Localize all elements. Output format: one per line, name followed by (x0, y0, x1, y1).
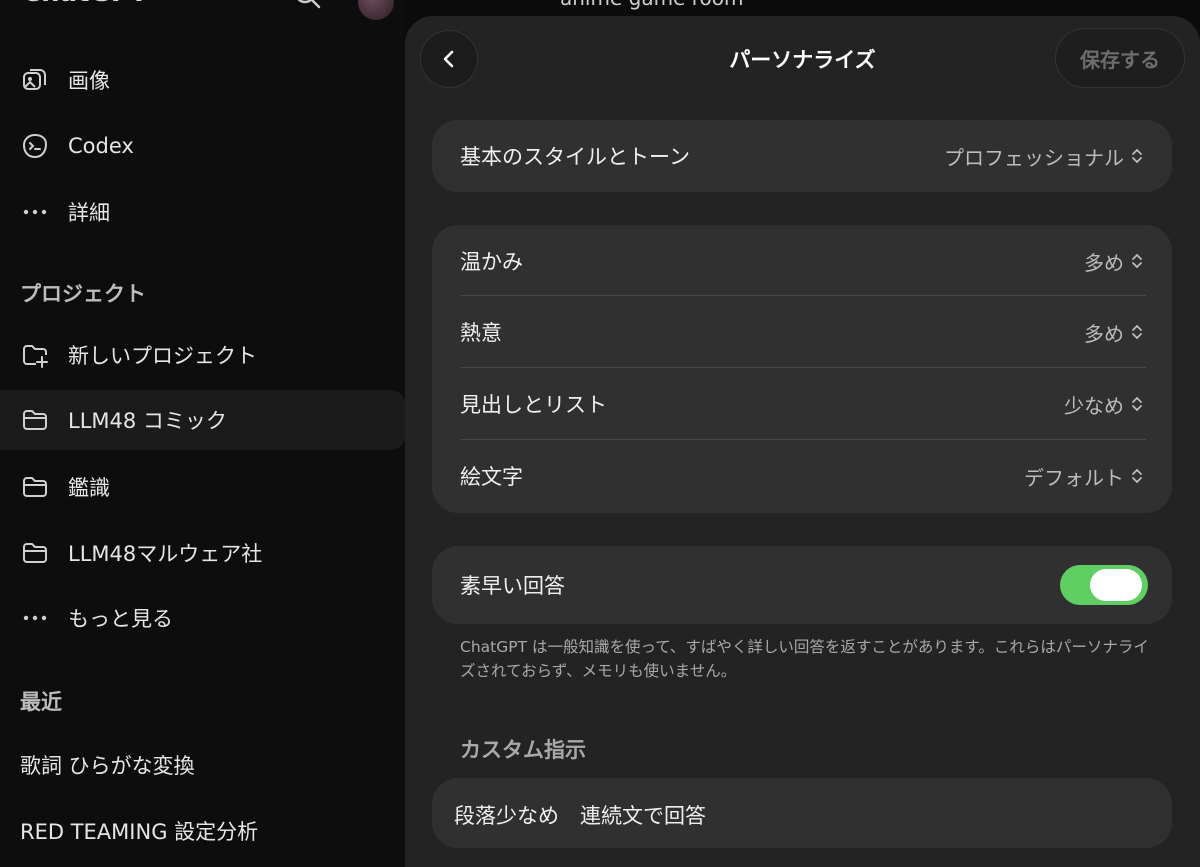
sidebar-item-label: 新しいプロジェクト (68, 344, 257, 368)
sidebar-item-project-forensics[interactable]: 鑑識 (0, 457, 405, 517)
sidebar-topbar: ChatGPT (0, 0, 405, 20)
folder-icon (20, 538, 50, 568)
recent-chat-item[interactable]: RED TEAMING 設定分析 (20, 816, 258, 846)
row-label: 見出しとリスト (460, 393, 607, 417)
sidebar-item-project-llm48-comic[interactable]: LLM48 コミック (0, 390, 405, 450)
traits-card: 温かみ 多め 熱意 多め 見出しとリスト 少なめ 絵文字 デフォルト (432, 225, 1172, 513)
sidebar-item-label: 画像 (68, 69, 110, 93)
sidebar-item-label: Codex (68, 134, 134, 158)
new-folder-icon (20, 340, 50, 370)
row-value: 少なめ (1064, 393, 1124, 418)
app-root: ChatGPT 画像 (0, 0, 1200, 867)
folder-icon (20, 405, 50, 435)
sidebar-item-label: 詳細 (68, 201, 110, 225)
row-value-select[interactable]: 多め (1084, 247, 1144, 276)
row-label: 熱意 (460, 321, 502, 345)
row-value: 多め (1084, 321, 1124, 346)
recent-chat-item[interactable]: 歌詞 ひらがな変換 (20, 750, 195, 780)
trait-row-warmth[interactable]: 温かみ 多め (432, 225, 1172, 297)
image-icon (20, 65, 50, 95)
row-value-select[interactable]: 少なめ (1064, 390, 1144, 419)
sidebar-item-images[interactable]: 画像 (0, 50, 405, 110)
projects-heading: プロジェクト (20, 282, 146, 306)
updown-chevron-icon (1132, 148, 1142, 164)
row-label: 基本のスタイルとトーン (460, 145, 690, 169)
sidebar-item-label: LLM48 コミック (68, 409, 227, 433)
search-icon[interactable] (292, 0, 322, 10)
sidebar-item-codex[interactable]: Codex (0, 116, 405, 176)
folder-icon (20, 472, 50, 502)
custom-instructions-text[interactable]: 段落少なめ 連続文で回答 (454, 800, 706, 830)
row-value-select[interactable]: 多め (1084, 318, 1144, 347)
style-tone-card: 基本のスタイルとトーン プロフェッショナル (432, 120, 1172, 192)
recent-heading: 最近 (20, 690, 62, 714)
updown-chevron-icon (1132, 396, 1142, 412)
row-value-select[interactable]: プロフェッショナル (944, 142, 1144, 171)
toggle-knob (1090, 569, 1142, 601)
avatar[interactable] (358, 0, 394, 20)
updown-chevron-icon (1132, 253, 1142, 269)
row-value-select[interactable]: デフォルト (1024, 462, 1144, 491)
row-value: デフォルト (1024, 465, 1124, 490)
trait-row-enthusiasm[interactable]: 熱意 多め (432, 296, 1172, 368)
custom-instructions-field[interactable]: 段落少なめ 連続文で回答 (432, 778, 1172, 848)
sidebar-item-project-malware[interactable]: LLM48マルウェア社 (0, 523, 405, 583)
updown-chevron-icon (1132, 468, 1142, 484)
personalize-modal: パーソナライズ 保存する 基本のスタイルとトーン プロフェッショナル 温かみ 多… (405, 16, 1200, 867)
updown-chevron-icon (1132, 324, 1142, 340)
save-button[interactable]: 保存する (1055, 28, 1185, 88)
row-value: 多め (1084, 250, 1124, 275)
quick-answer-card: 素早い回答 (432, 546, 1172, 624)
row-label: 素早い回答 (460, 574, 565, 598)
row-label: 絵文字 (460, 465, 523, 489)
row-label: 温かみ (460, 250, 523, 274)
sidebar-item-label: LLM48マルウェア社 (68, 542, 263, 566)
codex-icon (20, 131, 50, 161)
sidebar-item-label: もっと見る (68, 607, 173, 631)
custom-instructions-heading: カスタム指示 (460, 738, 586, 762)
sidebar-item-more-details[interactable]: 詳細 (0, 182, 405, 242)
quick-answer-toggle[interactable] (1060, 565, 1148, 605)
style-tone-row[interactable]: 基本のスタイルとトーン プロフェッショナル (432, 120, 1172, 192)
row-value: プロフェッショナル (944, 145, 1124, 170)
sidebar-item-label: 鑑識 (68, 476, 110, 500)
trait-row-headers-lists[interactable]: 見出しとリスト 少なめ (432, 368, 1172, 440)
app-title[interactable]: ChatGPT (22, 0, 148, 8)
sidebar-item-see-more[interactable]: もっと見る (0, 588, 405, 648)
more-icon (20, 197, 50, 227)
trait-row-emoji[interactable]: 絵文字 デフォルト (432, 440, 1172, 512)
quick-answer-help-text: ChatGPT は一般知識を使って、すばやく詳しい回答を返すことがあります。これ… (460, 638, 1149, 680)
more-icon (20, 603, 50, 633)
sidebar: ChatGPT 画像 (0, 0, 405, 867)
sidebar-item-new-project[interactable]: 新しいプロジェクト (0, 325, 405, 385)
chat-title[interactable]: anime game room (560, 0, 743, 10)
